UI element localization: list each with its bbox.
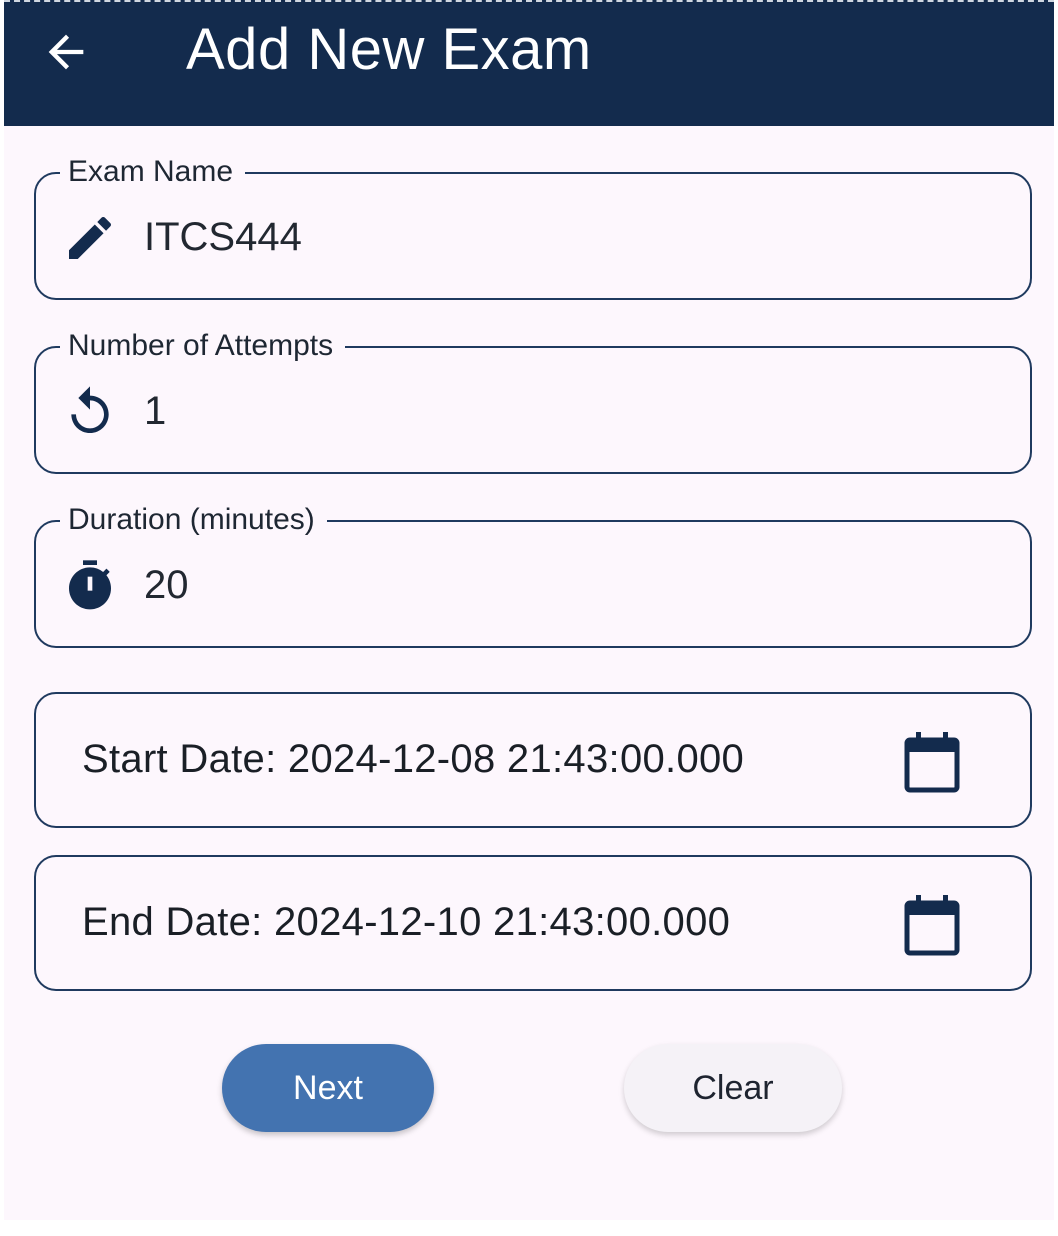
calendar-icon[interactable] (902, 730, 962, 794)
end-date-picker[interactable]: End Date: 2024-12-10 21:43:00.000 (34, 855, 1032, 991)
exam-name-label: Exam Name (60, 154, 246, 190)
clear-button[interactable]: Clear (624, 1044, 842, 1132)
app-bar: Add New Exam (4, 0, 1054, 126)
page-title: Add New Exam (186, 17, 592, 82)
app-screen: Add New Exam Exam Name ITCS444 Number of… (4, 0, 1054, 1220)
attempts-input[interactable]: 1 (144, 386, 166, 436)
end-date-text: End Date: 2024-12-10 21:43:00.000 (82, 900, 731, 944)
attempts-label: Number of Attempts (60, 328, 346, 364)
duration-label: Duration (minutes) (60, 502, 327, 538)
arrow-back-icon (48, 34, 84, 70)
attempts-field[interactable]: Number of Attempts 1 (34, 328, 1032, 474)
replay-icon (71, 386, 109, 433)
timer-icon (69, 560, 111, 610)
duration-field[interactable]: Duration (minutes) 20 (34, 502, 1032, 648)
duration-input[interactable]: 20 (144, 560, 189, 610)
exam-name-field[interactable]: Exam Name ITCS444 (34, 154, 1032, 300)
start-date-text: Start Date: 2024-12-08 21:43:00.000 (82, 737, 745, 781)
next-button[interactable]: Next (222, 1044, 434, 1132)
start-date-picker[interactable]: Start Date: 2024-12-08 21:43:00.000 (34, 692, 1032, 828)
back-button[interactable] (34, 20, 98, 84)
calendar-icon[interactable] (902, 893, 962, 957)
edit-pencil-icon (69, 216, 112, 259)
exam-name-input[interactable]: ITCS444 (144, 212, 302, 262)
